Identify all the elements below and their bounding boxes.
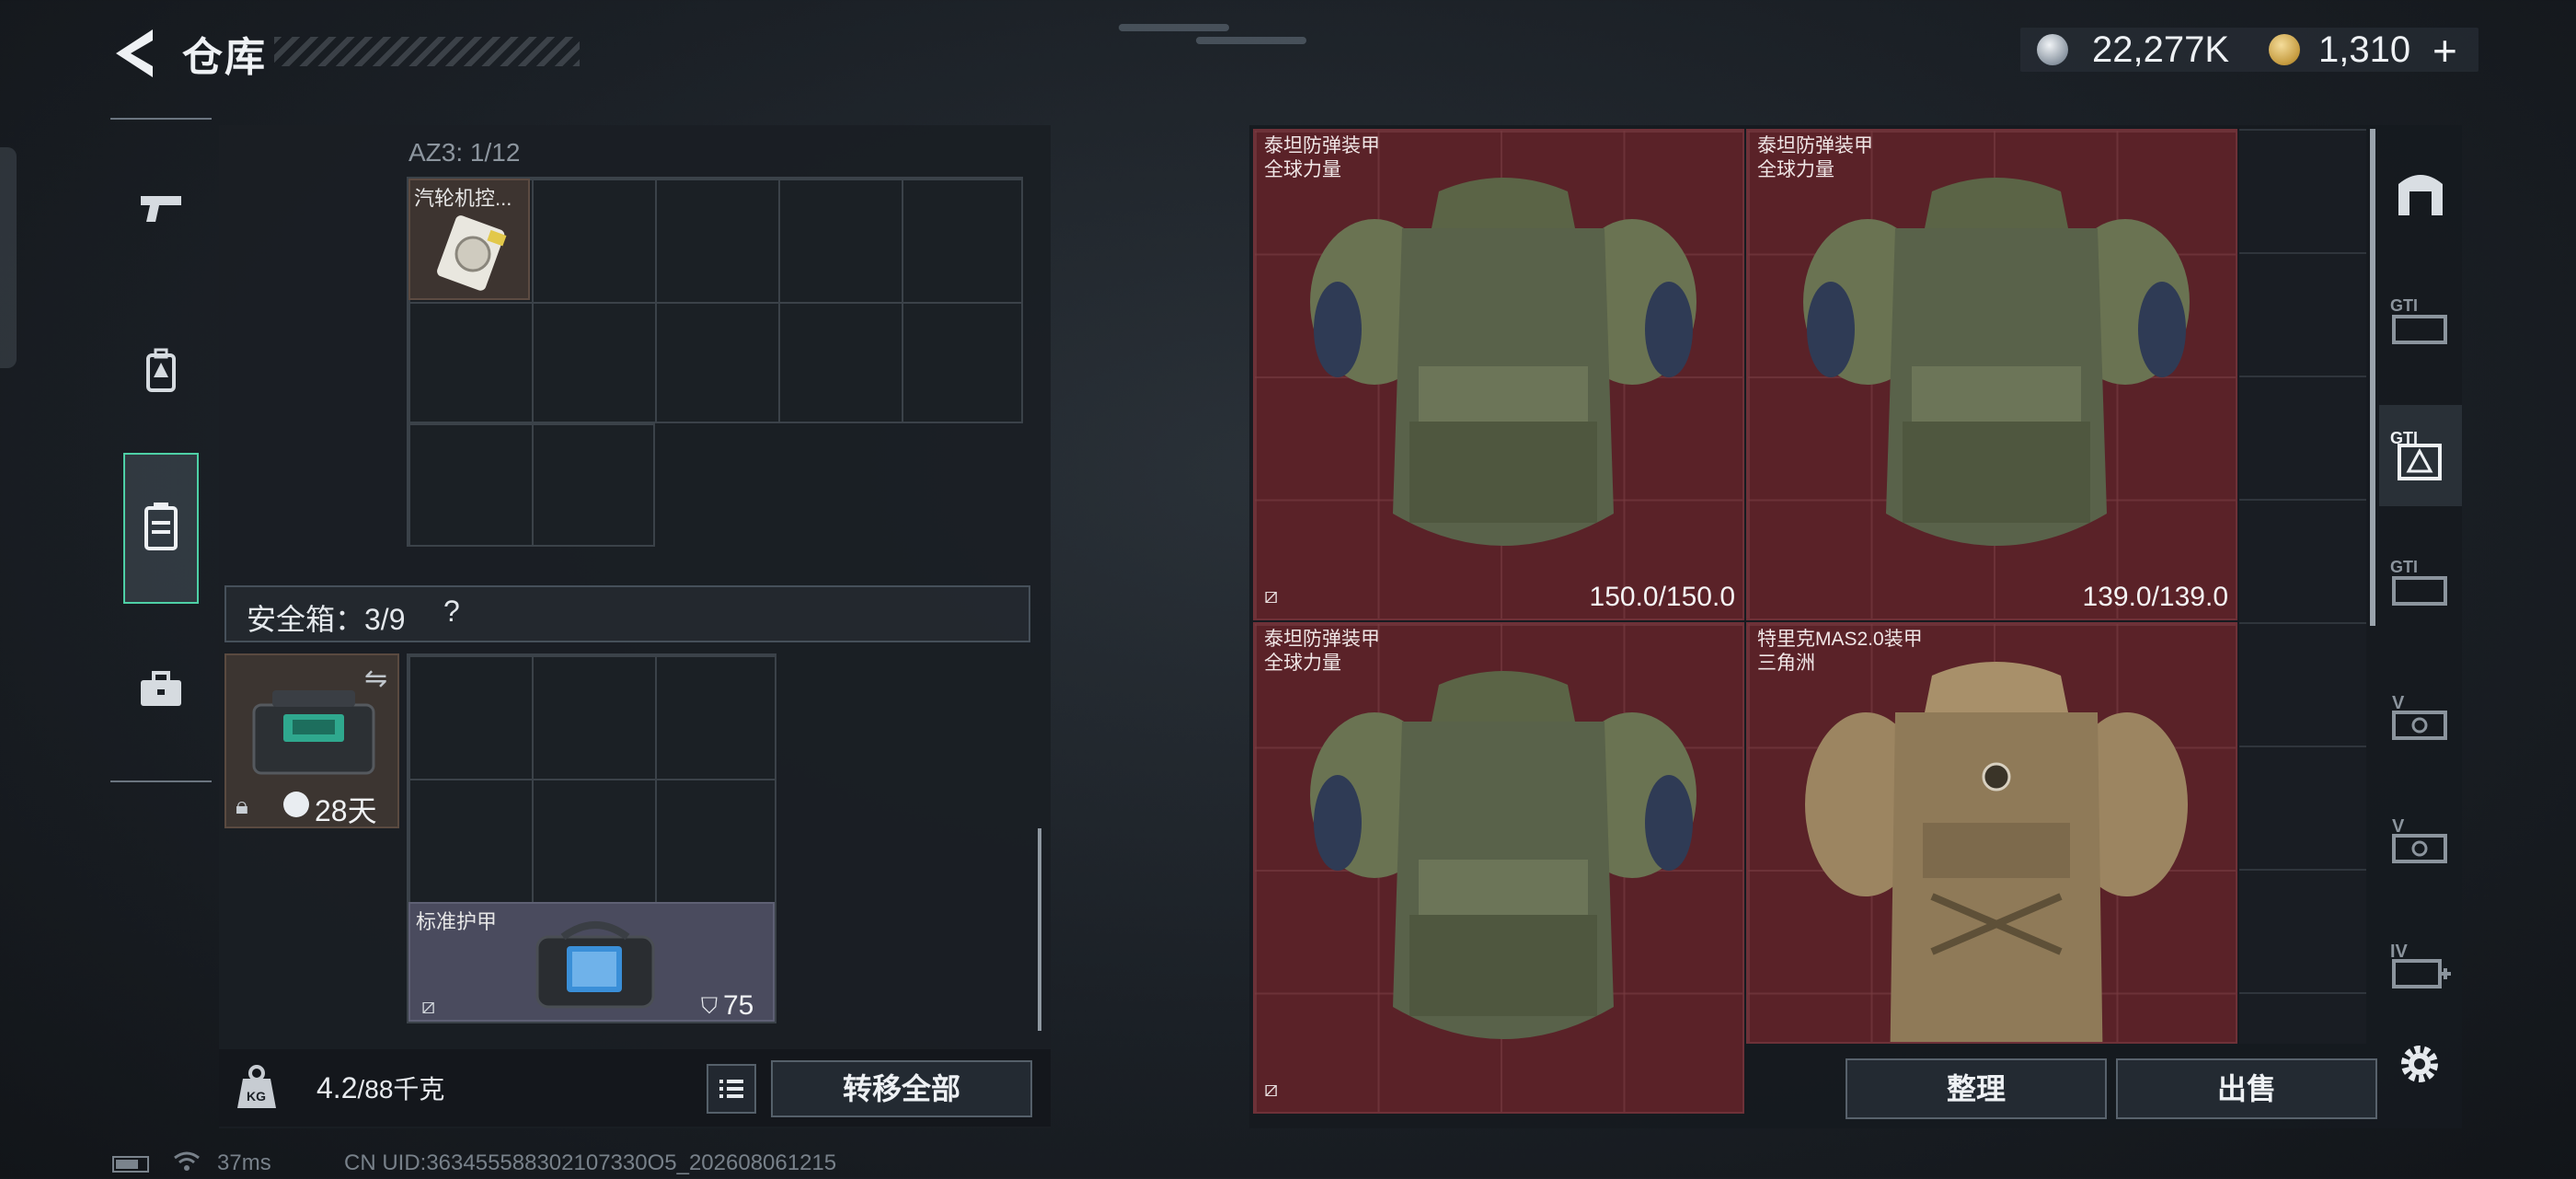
silver-coin-icon bbox=[2037, 34, 2068, 65]
storage-tab-gti-1[interactable]: GTI bbox=[2379, 276, 2462, 368]
turbine-part-icon bbox=[437, 215, 507, 291]
left-category-nav bbox=[110, 118, 212, 782]
transfer-all-button[interactable]: 转移全部 bbox=[771, 1060, 1032, 1117]
storage-gti-1-icon: GTI bbox=[2390, 296, 2447, 344]
safebox-header: 安全箱：3/9 ? bbox=[224, 585, 1030, 642]
svg-text:GTI: GTI bbox=[2390, 558, 2418, 576]
add-currency-button[interactable]: + bbox=[2432, 26, 2457, 75]
storage-iv-icon: IV bbox=[2390, 942, 2451, 988]
armor-bag-icon bbox=[535, 921, 655, 1009]
battery-level bbox=[116, 1160, 138, 1169]
sell-button[interactable]: 出售 bbox=[2116, 1058, 2377, 1119]
item-durability: 75 bbox=[723, 990, 754, 1021]
titan-armor-image bbox=[1310, 671, 1696, 1039]
storage-grid-column[interactable] bbox=[2239, 129, 2366, 1044]
page-title: 仓库 bbox=[182, 35, 267, 80]
item-name: 泰坦防弹装甲 全球力量 bbox=[1757, 135, 1873, 180]
safebox-label: 安全箱：3/9 bbox=[247, 603, 406, 636]
storage-item-armor[interactable]: 泰坦防弹装甲 全球力量 139.0/139.0 bbox=[1746, 129, 2237, 620]
storage-tab-gti-3[interactable]: GTI bbox=[2379, 537, 2462, 630]
inventory-item-standard-armor[interactable]: 标准护甲 ⧄ ⛉ 75 bbox=[408, 902, 775, 1022]
list-view-button[interactable] bbox=[707, 1064, 756, 1114]
briefcase-icon bbox=[141, 671, 181, 706]
ping-text: 37ms bbox=[217, 1150, 271, 1175]
item-name: 泰坦防弹装甲 全球力量 bbox=[1264, 135, 1380, 180]
storage-tab-v-2[interactable]: V bbox=[2379, 795, 2462, 887]
storage-item-armor[interactable]: 泰坦防弹装甲 全球力量 ⧄ 150.0/150.0 bbox=[1253, 129, 1744, 620]
weight-bar: KG 4.2/88千克 转移全部 bbox=[219, 1049, 1051, 1127]
carry-weight: 4.2/88千克 bbox=[316, 1069, 444, 1106]
svg-text:V: V bbox=[2392, 816, 2405, 837]
settings-button[interactable] bbox=[2394, 1038, 2445, 1090]
storage-gti-2-icon: GTI bbox=[2390, 429, 2442, 480]
clock-icon bbox=[283, 792, 309, 817]
item-name: 特里克MAS2.0装甲 三角洲 bbox=[1757, 629, 1923, 674]
storage-tab-iv[interactable]: IV bbox=[2379, 920, 2462, 1012]
gold-coin-icon bbox=[2269, 34, 2300, 65]
title-decoration bbox=[274, 37, 580, 66]
shield-icon: ⛉ bbox=[701, 994, 718, 1019]
door-icon bbox=[2398, 175, 2443, 215]
storage-tab-v-1[interactable]: V bbox=[2379, 672, 2462, 764]
weight-icon: KG bbox=[237, 1065, 276, 1108]
backpack-icon bbox=[146, 348, 176, 392]
safebox-case-icon bbox=[252, 690, 375, 775]
pistol-icon bbox=[141, 196, 181, 222]
no-insurance-icon: ⧄ bbox=[421, 994, 436, 1019]
sort-button[interactable]: 整理 bbox=[1846, 1058, 2107, 1119]
currency-bar: 22,277K 1,310 + bbox=[2020, 26, 2478, 75]
mas-armor-image bbox=[1805, 662, 2188, 1042]
back-button[interactable] bbox=[109, 26, 160, 81]
az3-capacity-label: AZ3: 1/12 bbox=[408, 138, 521, 167]
lock-icon: 🔒︎ bbox=[236, 792, 248, 819]
titan-armor-image bbox=[1803, 178, 2190, 546]
storage-v-2-icon: V bbox=[2392, 816, 2447, 863]
ceiling-light bbox=[1196, 37, 1306, 44]
storage-v-1-icon: V bbox=[2392, 693, 2447, 740]
storage-tab-gti-2[interactable]: GTI bbox=[2379, 409, 2462, 501]
svg-text:GTI: GTI bbox=[2390, 296, 2418, 315]
safebox-remaining-days: 28天 bbox=[315, 794, 377, 827]
backpack-scrollbar[interactable] bbox=[1038, 828, 1041, 1031]
storage-tab-main[interactable] bbox=[2379, 147, 2462, 239]
container-icon bbox=[144, 503, 178, 550]
item-name: 泰坦防弹装甲 全球力量 bbox=[1264, 629, 1380, 674]
gear-icon bbox=[2401, 1046, 2438, 1082]
nav-item-equipment[interactable] bbox=[110, 320, 212, 422]
wifi-icon bbox=[173, 1150, 201, 1179]
safebox-item[interactable]: ⇋ 🔒︎ 28天 bbox=[224, 653, 399, 828]
wifi-symbol bbox=[174, 1151, 200, 1171]
titan-armor-image bbox=[1310, 178, 1696, 546]
back-arrow-icon bbox=[116, 29, 153, 77]
nav-item-items[interactable] bbox=[110, 639, 212, 740]
storage-item-armor[interactable]: 泰坦防弹装甲 全球力量 ⧄ bbox=[1253, 622, 1744, 1114]
storage-gti-3-icon: GTI bbox=[2390, 558, 2447, 606]
ceiling-light bbox=[1119, 24, 1229, 31]
item-durability: 139.0/139.0 bbox=[2082, 582, 2228, 612]
az3-grid-extension[interactable] bbox=[407, 422, 655, 547]
carry-weight-current: 4.2 bbox=[316, 1071, 358, 1104]
no-insurance-icon: ⧄ bbox=[1264, 1077, 1279, 1102]
screen-edge-tab bbox=[0, 147, 17, 368]
storage-scrollbar[interactable] bbox=[2370, 129, 2375, 626]
silver-balance: 22,277K bbox=[2092, 29, 2230, 70]
list-icon bbox=[719, 1080, 743, 1098]
uid-text: CN UID:363455588302107330O5_202608061215 bbox=[344, 1150, 837, 1175]
carry-weight-max: /88千克 bbox=[357, 1075, 445, 1104]
storage-item-armor[interactable]: 特里克MAS2.0装甲 三角洲 bbox=[1746, 622, 2237, 1044]
battery-icon bbox=[112, 1156, 149, 1173]
svg-text:IV: IV bbox=[2390, 942, 2409, 962]
svg-text:V: V bbox=[2392, 693, 2405, 713]
svg-text:KG: KG bbox=[247, 1089, 266, 1104]
item-name: 标准护甲 bbox=[416, 910, 498, 933]
gold-balance: 1,310 bbox=[2318, 29, 2411, 70]
inventory-item-turbine[interactable]: 汽轮机控... bbox=[408, 179, 530, 300]
nav-item-containers[interactable] bbox=[110, 477, 212, 578]
swap-icon[interactable]: ⇋ bbox=[364, 663, 387, 695]
safebox-help-button[interactable]: ? bbox=[443, 595, 460, 629]
item-durability: 150.0/150.0 bbox=[1589, 582, 1735, 612]
nav-item-weapons[interactable] bbox=[110, 158, 212, 260]
no-insurance-icon: ⧄ bbox=[1264, 584, 1279, 608]
